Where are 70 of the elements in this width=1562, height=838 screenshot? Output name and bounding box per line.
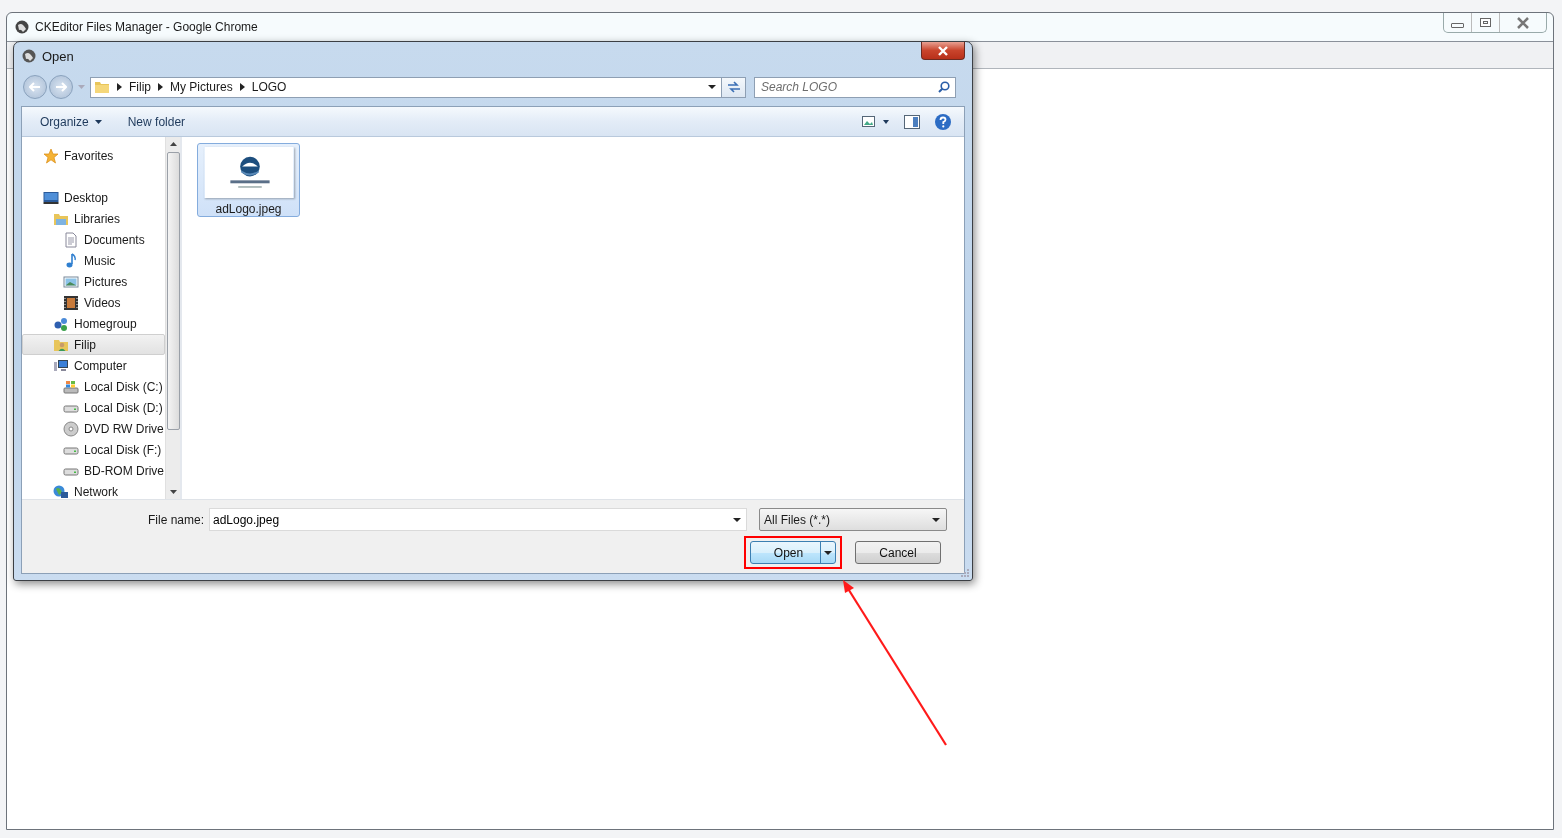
navigation-item[interactable]: Local Disk (C:)	[22, 376, 165, 397]
new-folder-button[interactable]: New folder	[117, 111, 196, 132]
navigation-item[interactable]: Homegroup	[22, 313, 165, 334]
view-icon	[862, 115, 890, 128]
globe-icon	[15, 20, 29, 34]
back-arrow-icon	[29, 82, 41, 92]
cancel-button[interactable]: Cancel	[855, 541, 941, 564]
forward-arrow-icon	[55, 82, 67, 92]
close-icon	[1516, 16, 1530, 29]
caret-icon[interactable]	[824, 550, 832, 555]
caret-icon	[94, 119, 102, 124]
open-button[interactable]: Open	[750, 541, 836, 564]
preview-pane-button[interactable]	[902, 112, 922, 131]
film-icon	[63, 294, 79, 311]
file-type-dropdown[interactable]: All Files (*.*)	[759, 508, 947, 531]
refresh-button[interactable]	[722, 76, 746, 98]
navigation-item[interactable]: Pictures	[22, 271, 165, 292]
star-icon	[43, 147, 59, 164]
window-title: CKEditor Files Manager - Google Chrome	[35, 20, 258, 34]
navigation-item[interactable]: Computer	[22, 355, 165, 376]
preview-pane-icon	[904, 114, 920, 129]
navigation-item[interactable]: Network	[22, 481, 165, 499]
network-icon	[53, 483, 69, 499]
homegroup-icon	[53, 315, 69, 332]
folder-icon	[94, 80, 110, 94]
view-button[interactable]	[860, 113, 892, 130]
navigation-item[interactable]: Documents	[22, 229, 165, 250]
navigation-item[interactable]: Favorites	[22, 145, 165, 166]
caret-icon[interactable]	[733, 518, 741, 522]
resize-grip-icon[interactable]	[961, 569, 969, 577]
navigation-item[interactable]: Local Disk (D:)	[22, 397, 165, 418]
pictures-icon	[63, 273, 79, 290]
scroll-down-icon[interactable]	[169, 490, 177, 494]
computer-icon	[53, 357, 69, 374]
navigation-item[interactable]: Local Disk (F:)	[22, 439, 165, 460]
breadcrumb-bar[interactable]: Filip My Pictures LOGO	[90, 76, 722, 98]
file-item[interactable]: adLogo.jpeg	[197, 143, 300, 217]
document-icon	[63, 231, 79, 248]
navigation-item[interactable]: Filip	[22, 334, 165, 355]
close-button[interactable]	[921, 42, 965, 60]
search-field[interactable]: Search LOGO	[754, 76, 956, 98]
breadcrumb-item[interactable]: Filip	[129, 80, 151, 94]
search-icon	[938, 80, 950, 93]
file-name-field[interactable]: adLogo.jpeg	[209, 508, 747, 531]
close-icon	[937, 45, 949, 56]
navigation-item[interactable]: Videos	[22, 292, 165, 313]
file-name-label: File name:	[147, 512, 204, 527]
scrollbar-thumb[interactable]	[166, 152, 180, 430]
system-disk-icon	[63, 378, 79, 395]
globe-icon	[22, 49, 36, 63]
refresh-icon	[726, 81, 741, 93]
breadcrumb-item[interactable]: My Pictures	[170, 80, 233, 94]
scrollbar[interactable]	[165, 137, 180, 499]
chevron-icon[interactable]	[158, 83, 163, 91]
scroll-up-icon[interactable]	[169, 142, 177, 146]
dialog-title: Open	[42, 48, 74, 64]
dvd-icon	[63, 420, 79, 437]
help-icon	[934, 112, 952, 131]
monitor-icon	[43, 189, 59, 206]
caret-icon[interactable]	[708, 85, 716, 89]
chevron-icon[interactable]	[239, 83, 245, 91]
navigation-item[interactable]: BD-ROM Drive	[22, 460, 165, 481]
navigation-item[interactable]: Desktop	[22, 187, 165, 208]
organize-button[interactable]: Organize	[30, 111, 112, 132]
navigation-item[interactable]: Libraries	[22, 208, 165, 229]
breadcrumb-item[interactable]: LOGO	[251, 80, 287, 94]
chevron-icon[interactable]	[117, 83, 122, 91]
caret-icon	[932, 517, 940, 522]
navigation-item[interactable]: DVD RW Drive	[22, 418, 165, 439]
navigation-item[interactable]: Music	[22, 250, 165, 271]
